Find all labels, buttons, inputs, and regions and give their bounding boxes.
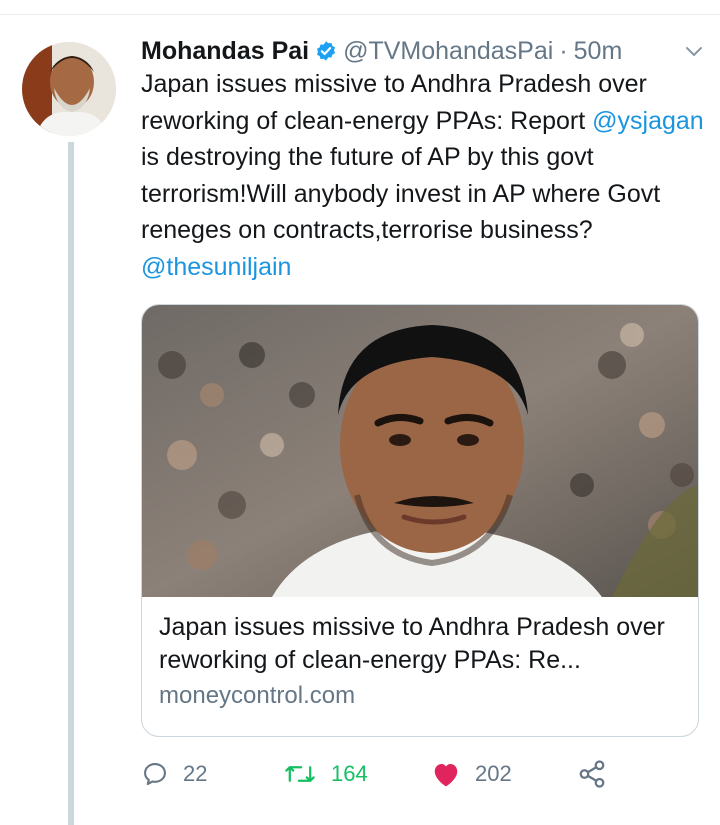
top-divider (0, 0, 720, 15)
heart-icon (434, 764, 458, 787)
link-card-domain: moneycontrol.com (159, 682, 356, 709)
news-photo-image[interactable] (142, 305, 698, 597)
share-button[interactable] (577, 752, 621, 796)
tweet-text: Japan issues missive to Andhra Pradesh o… (141, 66, 706, 285)
verified-badge-icon (317, 41, 336, 61)
retweet-icon (285, 766, 315, 782)
link-card-body: Japan issues missive to Andhra Pradesh o… (142, 597, 698, 713)
tweet-header: Mohandas Pai @TVMohandasPai · 50m (141, 34, 706, 68)
tweet-actions: 22 164 202 (141, 752, 641, 796)
reply-count: 22 (183, 761, 208, 786)
share-icon (579, 760, 605, 788)
tweet-time[interactable]: 50m (574, 37, 623, 66)
author-name[interactable]: Mohandas Pai (141, 37, 309, 66)
reply-button[interactable]: 22 (141, 752, 207, 796)
link-card[interactable]: Japan issues missive to Andhra Pradesh o… (141, 304, 699, 737)
mention-link-ysjagan[interactable]: @ysjagan (592, 107, 704, 135)
retweet-button[interactable]: 164 (283, 752, 368, 796)
retweet-count: 164 (331, 761, 368, 786)
like-button[interactable]: 202 (431, 752, 512, 796)
like-count: 202 (475, 761, 512, 786)
author-handle[interactable]: @TVMohandasPai (343, 37, 553, 66)
tweet-text-mid: is destroying the future of AP by this g… (141, 143, 661, 244)
avatar[interactable] (22, 42, 116, 136)
chevron-down-icon[interactable] (682, 39, 706, 63)
thread-line (68, 142, 74, 825)
reply-icon (144, 763, 166, 786)
mention-link-thesuniljain[interactable]: @thesuniljain (141, 253, 291, 281)
tweet-text-main: Japan issues missive to Andhra Pradesh o… (141, 70, 647, 135)
link-card-title[interactable]: Japan issues missive to Andhra Pradesh o… (159, 611, 682, 677)
separator-dot: · (559, 36, 568, 65)
